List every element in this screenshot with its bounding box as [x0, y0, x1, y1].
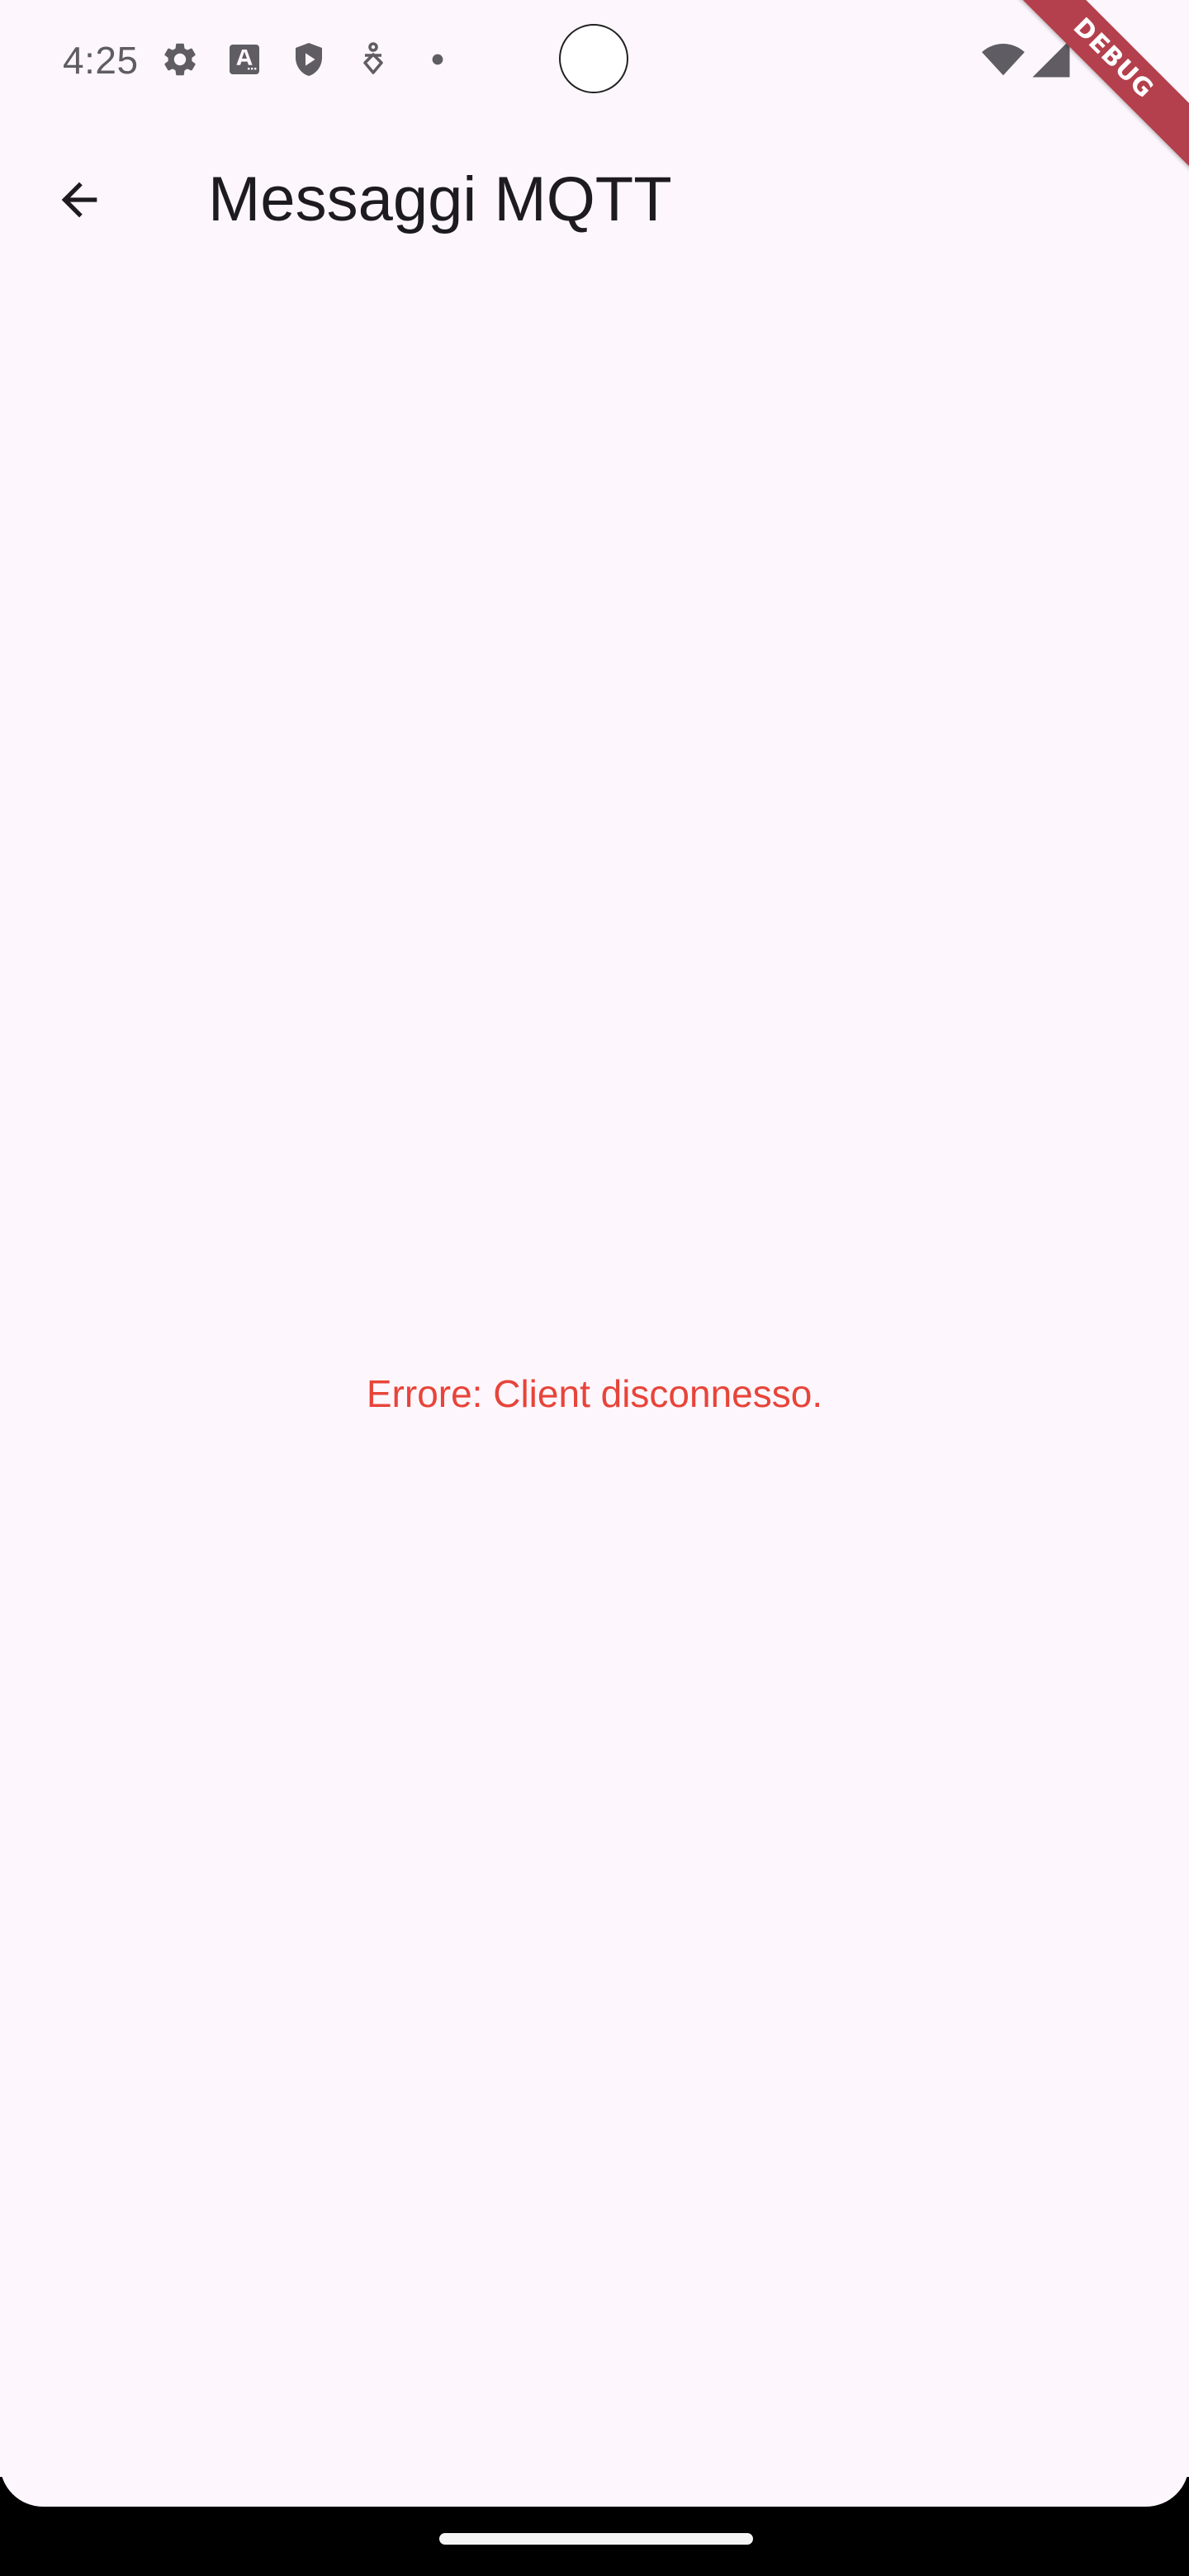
debug-banner: DEBUG [1007, 0, 1189, 182]
gesture-handle[interactable] [439, 2533, 753, 2545]
accessibility-icon [363, 42, 383, 74]
debug-label: DEBUG [1007, 0, 1189, 180]
camera-cutout [559, 24, 628, 93]
settings-icon [164, 43, 196, 76]
back-button[interactable] [40, 160, 119, 239]
app-screen: 4:25 Messaggi MQTT Errore: Client discon… [0, 0, 1189, 2576]
arrow-back-icon [61, 182, 97, 218]
dot-icon [432, 54, 443, 65]
status-time: 4:25 [63, 39, 139, 82]
page-title: Messaggi MQTT [208, 164, 672, 234]
app-surface [0, 0, 1189, 2507]
shield-play-icon [296, 43, 322, 76]
font-icon [230, 45, 259, 74]
error-message: Errore: Client disconnesso. [366, 1372, 823, 1415]
